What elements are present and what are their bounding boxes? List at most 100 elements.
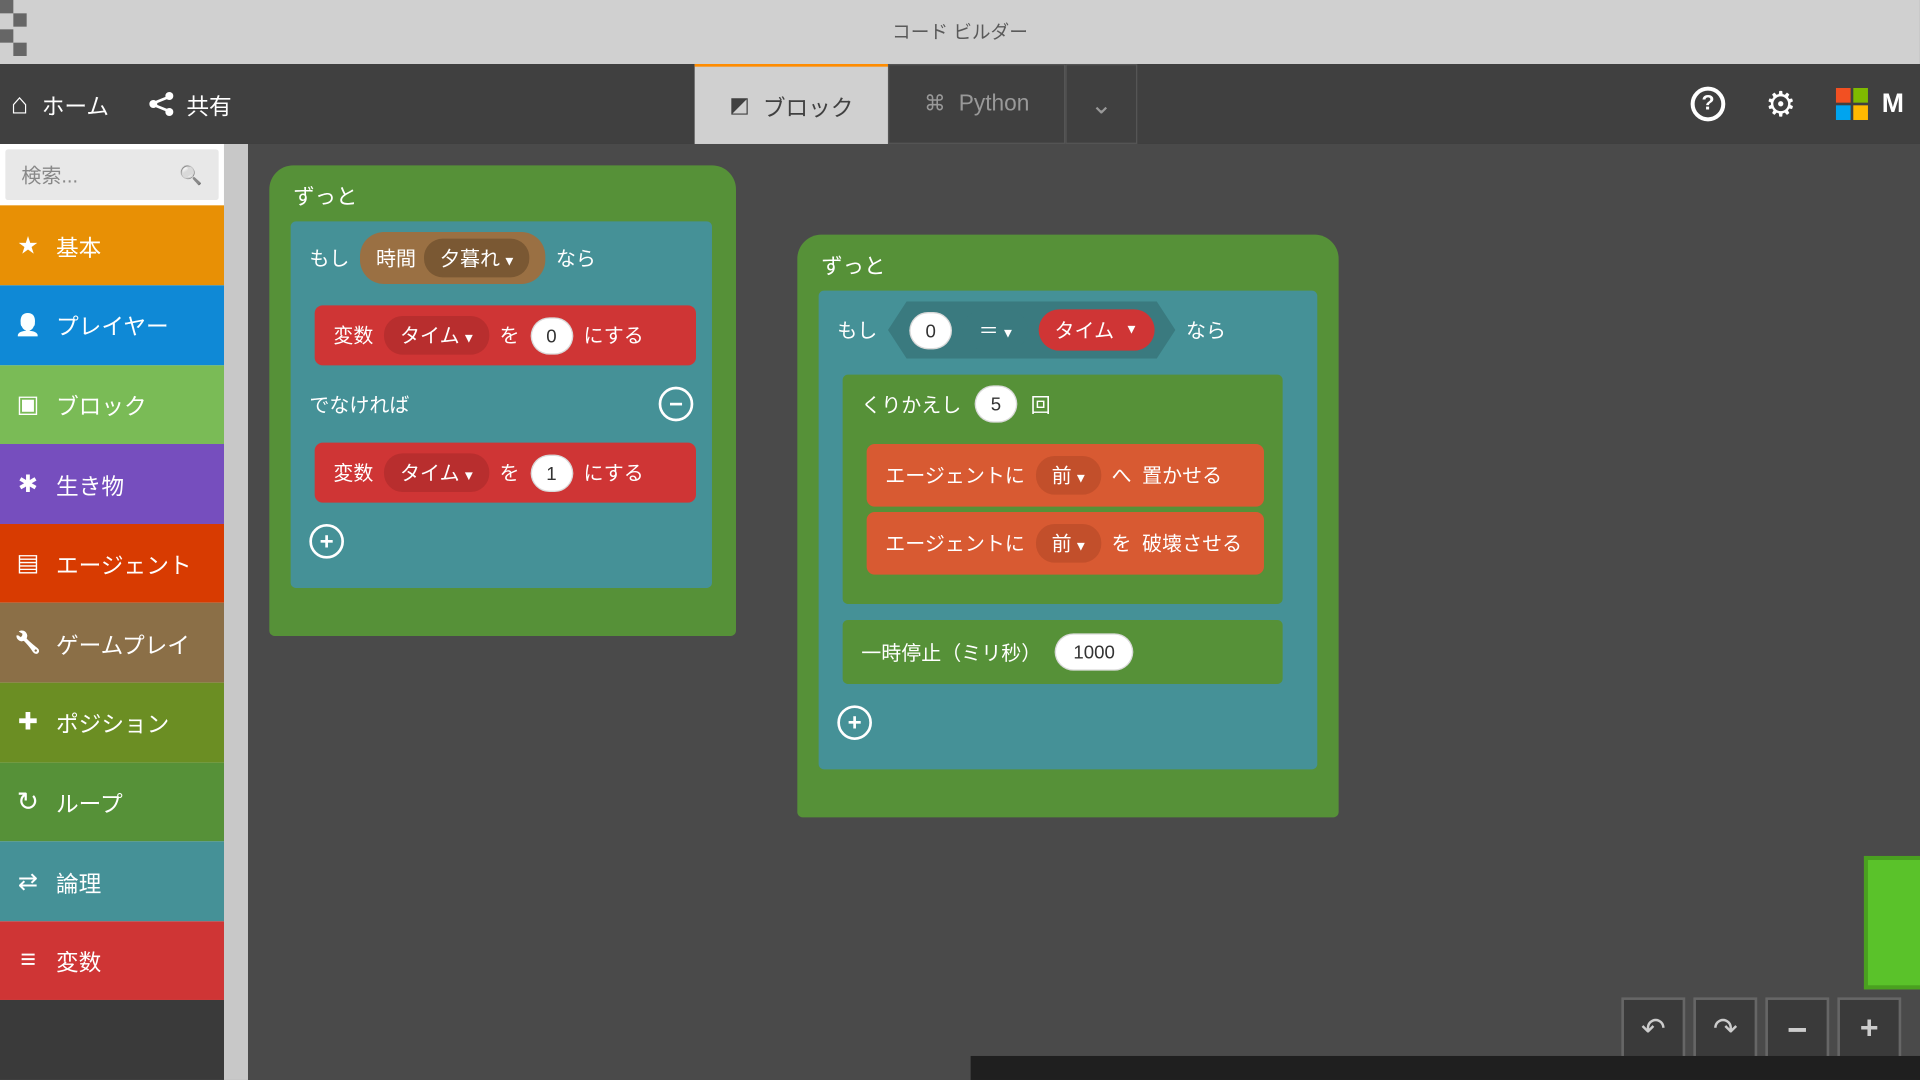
remove-else-button[interactable]: − <box>659 387 694 422</box>
window-title: コード ビルダー <box>892 19 1028 46</box>
then-label: なら <box>556 244 596 272</box>
zoom-out-button[interactable] <box>1765 997 1829 1061</box>
canvas-controls <box>1621 997 1901 1061</box>
agent-destroy-block[interactable]: エージェントに 前▼ を 破壊させる <box>867 512 1264 575</box>
home-label: ホーム <box>42 87 109 120</box>
sidebar-item-player[interactable]: プレイヤー <box>0 285 224 364</box>
else-label: でなければ <box>309 390 409 418</box>
sidebar-item-label: 生き物 <box>56 467 124 500</box>
forward-label: 前 <box>1052 533 1072 556</box>
sidebar-item-agent[interactable]: エージェント <box>0 524 224 603</box>
time-word: 時間 <box>376 244 416 272</box>
sidebar-item-basic[interactable]: 基本 <box>0 206 224 285</box>
add-branch-button[interactable]: + <box>309 524 344 559</box>
place-word: 置かせる <box>1142 461 1222 489</box>
he-word: へ <box>1111 461 1131 489</box>
search-icon <box>179 164 202 187</box>
sidebar-item-label: 変数 <box>56 944 101 977</box>
direction-dropdown[interactable]: 前▼ <box>1036 456 1101 495</box>
time-dropdown[interactable]: 夕暮れ▼ <box>424 239 529 278</box>
redo-button[interactable] <box>1693 997 1757 1061</box>
category-sidebar: 検索... 基本 プレイヤー ブロック 生き物 エージェント ゲームプレイ ポジ… <box>0 144 224 1080</box>
chevron-down-icon: ▼ <box>1001 327 1014 342</box>
settings-button[interactable] <box>1765 83 1796 124</box>
tab-python-label: Python <box>959 91 1030 118</box>
setvar-word: 変数 <box>333 459 373 487</box>
ms-logo-icon <box>1836 88 1868 120</box>
sidebar-item-logic[interactable]: 論理 <box>0 842 224 921</box>
home-button[interactable]: ホーム <box>11 87 109 122</box>
variables-icon <box>13 946 42 975</box>
undo-button[interactable] <box>1621 997 1685 1061</box>
if-label: もし <box>837 316 877 344</box>
loop-icon <box>13 787 42 816</box>
compare-block[interactable]: 0 ＝▼ タイム▼ <box>888 301 1175 358</box>
chevron-down-icon: ▼ <box>503 255 516 270</box>
variable-dropdown[interactable]: タイム▼ <box>384 316 489 355</box>
time-condition-pill[interactable]: 時間 夕暮れ▼ <box>360 232 545 284</box>
if-block[interactable]: もし 0 ＝▼ タイム▼ なら くりかえし 5 <box>819 291 1318 770</box>
number-input[interactable]: 0 <box>909 311 952 348</box>
then-label: なら <box>1186 316 1226 344</box>
chevron-down-icon: ▼ <box>462 469 475 484</box>
forever-block[interactable]: ずっと もし 0 ＝▼ タイム▼ なら <box>797 235 1338 818</box>
sidebar-item-block[interactable]: ブロック <box>0 365 224 444</box>
forever-block[interactable]: ずっと もし 時間 夕暮れ▼ なら <box>269 165 736 636</box>
workspace-canvas[interactable]: ずっと もし 時間 夕暮れ▼ なら <box>224 144 1920 1080</box>
search-input[interactable]: 検索... <box>5 149 218 200</box>
repeat-block[interactable]: くりかえし 5 回 エージェントに 前▼ へ 置かせる <box>843 375 1283 604</box>
var-name: タイム <box>400 325 460 348</box>
agent-place-block[interactable]: エージェントに 前▼ へ 置かせる <box>867 444 1264 507</box>
paw-icon <box>13 469 42 498</box>
set-variable-block[interactable]: 変数 タイム▼ を 1 にする <box>315 443 696 503</box>
sidebar-item-position[interactable]: ポジション <box>0 683 224 762</box>
sidebar-item-variables[interactable]: 変数 <box>0 921 224 1000</box>
close-icon[interactable] <box>0 0 37 64</box>
destroy-word: 破壊させる <box>1142 529 1242 557</box>
agent-ni: エージェントに <box>885 529 1025 557</box>
number-input[interactable]: 1000 <box>1055 633 1134 670</box>
tab-blocks[interactable]: ブロック <box>695 64 888 144</box>
wo-word: を <box>1111 529 1131 557</box>
add-branch-button[interactable]: + <box>837 705 872 740</box>
zoom-in-button[interactable] <box>1837 997 1901 1061</box>
number-input[interactable]: 0 <box>530 317 573 354</box>
operator-dropdown[interactable]: ＝▼ <box>963 311 1028 350</box>
chevron-down-icon: ▼ <box>1074 472 1087 487</box>
cube-icon <box>13 390 42 419</box>
variable-dropdown[interactable]: タイム▼ <box>384 453 489 492</box>
sidebar-item-gameplay[interactable]: ゲームプレイ <box>0 603 224 682</box>
share-icon <box>149 92 173 116</box>
run-button[interactable] <box>1864 856 1920 989</box>
number-input[interactable]: 5 <box>975 385 1018 422</box>
nisuru-word: にする <box>584 321 644 349</box>
star-icon <box>13 231 42 260</box>
sidebar-item-label: ゲームプレイ <box>56 626 190 659</box>
share-label: 共有 <box>186 87 231 120</box>
wrench-icon <box>13 628 42 657</box>
forever-label: ずっと <box>797 235 1338 291</box>
to-word: を <box>499 321 519 349</box>
variable-pill[interactable]: タイム▼ <box>1039 309 1154 350</box>
home-icon <box>11 87 29 122</box>
tab-more[interactable] <box>1065 64 1137 144</box>
agent-icon <box>13 549 42 578</box>
tab-python[interactable]: Python <box>888 64 1065 144</box>
pause-block[interactable]: 一時停止（ミリ秒） 1000 <box>843 620 1283 684</box>
sidebar-item-more[interactable] <box>0 1000 224 1079</box>
set-variable-block[interactable]: 変数 タイム▼ を 0 にする <box>315 305 696 365</box>
to-word: を <box>499 459 519 487</box>
share-button[interactable]: 共有 <box>149 87 232 120</box>
help-button[interactable]: ? <box>1691 87 1726 122</box>
sidebar-item-mob[interactable]: 生き物 <box>0 444 224 523</box>
if-else-block[interactable]: もし 時間 夕暮れ▼ なら 変数 タイム▼ を <box>291 221 712 588</box>
sidebar-item-label: 論理 <box>56 865 101 898</box>
dusk-label: 夕暮れ <box>440 248 500 271</box>
flyout-divider <box>224 144 248 1080</box>
sidebar-item-label: 基本 <box>56 229 101 262</box>
var-name: タイム <box>1055 316 1115 344</box>
direction-dropdown[interactable]: 前▼ <box>1036 524 1101 563</box>
number-input[interactable]: 1 <box>530 454 573 491</box>
sidebar-item-loops[interactable]: ループ <box>0 762 224 841</box>
if-label: もし <box>309 244 349 272</box>
